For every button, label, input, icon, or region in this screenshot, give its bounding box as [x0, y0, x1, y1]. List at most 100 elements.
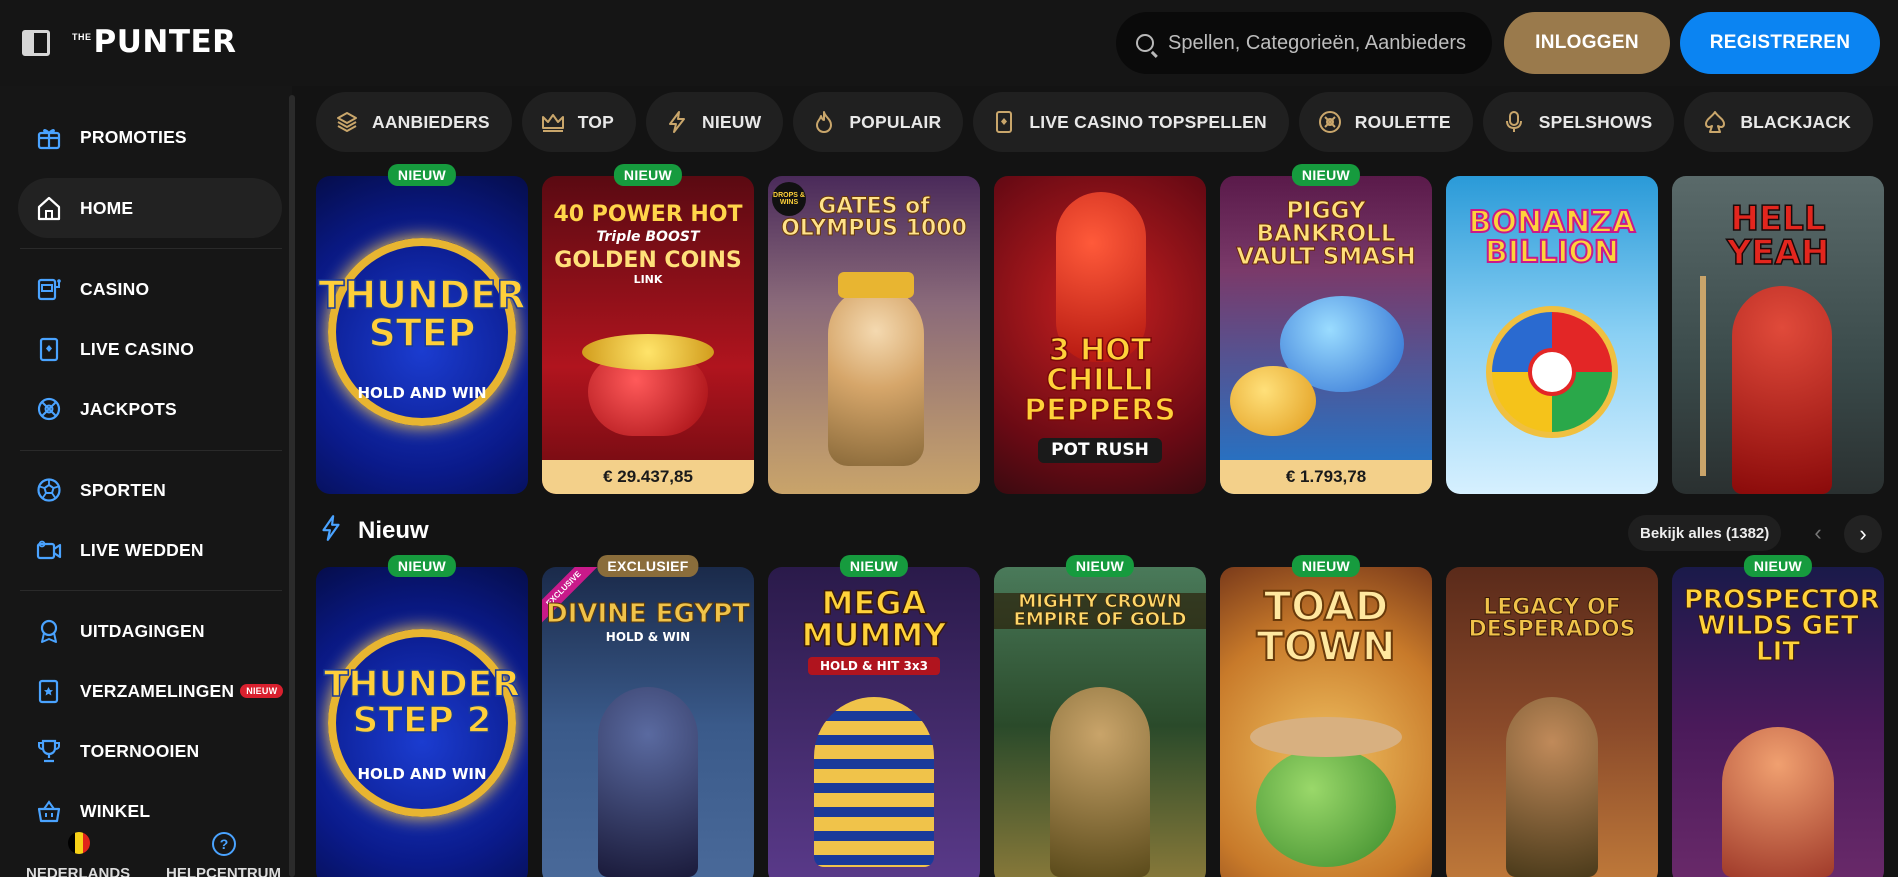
- chip-label: POPULAIR: [849, 111, 942, 132]
- game-tile-prospector-wilds[interactable]: PROSPECTOR WILDS GET LIT: [1672, 567, 1884, 877]
- sidebar-item-label: CASINO: [80, 278, 150, 299]
- chip-label: TOP: [577, 111, 614, 132]
- game-small-text: LINK: [633, 273, 663, 286]
- sidebar-item-label: UITDAGINGEN: [80, 620, 205, 641]
- chip-populair[interactable]: POPULAIR: [793, 92, 964, 152]
- game-tile-piggy-bankroll-vault-smash[interactable]: PIGGY BANKROLL VAULT SMASH € 1.793,78: [1220, 176, 1432, 494]
- chip-roulette[interactable]: ROULETTE: [1298, 92, 1473, 152]
- game-title: 3 HOT CHILLI PEPPERS: [1023, 333, 1176, 428]
- nieuw-badge: NIEUW: [1291, 555, 1361, 577]
- sidebar-item-home[interactable]: HOME: [18, 178, 282, 238]
- logo-text: PUNTER: [93, 24, 237, 60]
- game-tile-divine-egypt[interactable]: EXCLUSIVE DIVINE EGYPT HOLD & WIN: [542, 567, 754, 877]
- crown-icon: [540, 109, 566, 135]
- game-tile-toad-town[interactable]: TOAD TOWN: [1220, 567, 1432, 877]
- sidebar-item-label: VERZAMELINGEN: [80, 680, 235, 701]
- nieuw-badge: NIEUW: [1291, 164, 1361, 186]
- sidebar-divider: [20, 450, 282, 451]
- game-tile-legacy-of-desperados[interactable]: LEGACY OF DESPERADOS: [1446, 567, 1658, 877]
- search-input[interactable]: [1168, 31, 1488, 55]
- chip-label: ROULETTE: [1354, 111, 1451, 132]
- sidebar-item-jackpots[interactable]: JACKPOTS: [18, 379, 282, 439]
- sidebar-item-promoties[interactable]: PROMOTIES: [18, 107, 282, 167]
- game-tile-mega-mummy[interactable]: MEGA MUMMY HOLD & HIT 3x3: [768, 567, 980, 877]
- carousel-prev-button[interactable]: ‹: [1800, 515, 1836, 551]
- layers-icon: [334, 109, 360, 135]
- sidebar-item-winkel[interactable]: WINKEL: [18, 781, 282, 841]
- game-tile-thunder-step-2[interactable]: THUNDER STEP 2 HOLD AND WIN: [316, 567, 528, 877]
- logo-prefix: THE: [72, 32, 92, 42]
- register-button[interactable]: REGISTREREN: [1680, 12, 1880, 74]
- game-title: BONANZA BILLION: [1468, 205, 1637, 270]
- sidebar-item-label: PROMOTIES: [80, 126, 187, 147]
- game-small-text: Triple BOOST: [596, 229, 700, 245]
- game-tile-hell-yeah[interactable]: HELL YEAH: [1672, 176, 1884, 494]
- sidebar-scrollbar[interactable]: [289, 95, 295, 877]
- chip-top[interactable]: TOP: [521, 92, 636, 152]
- nieuw-badge: NIEUW: [839, 555, 909, 577]
- collection-card-icon: [36, 678, 62, 704]
- search-bar[interactable]: [1116, 12, 1492, 74]
- lightning-icon: [318, 514, 344, 547]
- help-center-label[interactable]: HELPCENTRUM: [166, 865, 281, 877]
- new-badge: NIEUW: [240, 684, 284, 698]
- game-tile-mighty-crown-empire-of-gold[interactable]: MIGHTY CROWN EMPIRE OF GOLD: [994, 567, 1206, 877]
- jackpot-icon: [36, 396, 62, 422]
- sidebar-item-uitdagingen[interactable]: UITDAGINGEN: [18, 601, 282, 661]
- sidebar-toggle-icon[interactable]: [22, 30, 50, 56]
- trophy-icon: [36, 738, 62, 764]
- soccer-ball-icon: [36, 477, 62, 503]
- sidebar-item-sporten[interactable]: SPORTEN: [18, 460, 282, 520]
- chip-spelshows[interactable]: SPELSHOWS: [1482, 92, 1675, 152]
- section-header-nieuw: Nieuw: [318, 514, 429, 547]
- sidebar-divider: [20, 590, 282, 591]
- sidebar-item-label: LIVE CASINO: [80, 338, 195, 359]
- spade-icon: [1702, 109, 1728, 135]
- sidebar-item-toernooien[interactable]: TOERNOOIEN: [18, 721, 282, 781]
- sidebar-item-live-wedden[interactable]: LIVE WEDDEN: [18, 520, 282, 580]
- jackpot-amount: € 1.793,78: [1220, 460, 1432, 494]
- live-card-icon: [36, 336, 62, 362]
- chip-live-casino-topspellen[interactable]: LIVE CASINO TOPSPELLEN: [973, 92, 1289, 152]
- category-chips: AANBIEDERS TOP NIEUW POPULAIR LIVE CASIN…: [316, 92, 1874, 152]
- game-subtitle: HOLD AND WIN: [357, 384, 487, 402]
- logo[interactable]: THE PUNTER: [72, 24, 237, 60]
- exclusief-badge: EXCLUSIEF: [597, 555, 699, 577]
- game-subtitle: GOLDEN COINS: [554, 248, 742, 273]
- sidebar-item-label: TOERNOOIEN: [80, 740, 200, 761]
- search-icon: [1136, 34, 1154, 52]
- roulette-icon: [1317, 109, 1343, 135]
- game-subtitle: POT RUSH: [1038, 438, 1162, 463]
- chip-blackjack[interactable]: BLACKJACK: [1684, 92, 1874, 152]
- game-tile-bonanza-billion[interactable]: BONANZA BILLION: [1446, 176, 1658, 494]
- new-games-row: THUNDER STEP 2 HOLD AND WIN EXCLUSIVE DI…: [316, 567, 1898, 877]
- nieuw-badge: NIEUW: [1065, 555, 1135, 577]
- sidebar-item-live-casino[interactable]: LIVE CASINO: [18, 319, 282, 379]
- sidebar-item-casino[interactable]: CASINO: [18, 259, 282, 319]
- see-all-button[interactable]: Bekijk alles (1382): [1628, 515, 1782, 551]
- sidebar-divider: [20, 248, 282, 249]
- game-tile-3-hot-chilli-peppers[interactable]: 3 HOT CHILLI PEPPERS POT RUSH: [994, 176, 1206, 494]
- login-button[interactable]: INLOGGEN: [1504, 12, 1670, 74]
- game-title: TOAD TOWN: [1256, 584, 1397, 670]
- chip-nieuw[interactable]: NIEUW: [645, 92, 784, 152]
- sidebar-item-label: LIVE WEDDEN: [80, 539, 204, 560]
- game-tile-40-power-hot[interactable]: 40 POWER HOT Triple BOOST GOLDEN COINS L…: [542, 176, 754, 494]
- nieuw-badge: NIEUW: [387, 555, 457, 577]
- sidebar-item-label: JACKPOTS: [80, 398, 177, 419]
- top-games-row: THUNDER STEP HOLD AND WIN NIEUW 40 POWER…: [316, 164, 1898, 494]
- language-flag-icon[interactable]: [68, 832, 90, 854]
- game-tile-thunder-step[interactable]: THUNDER STEP HOLD AND WIN: [316, 176, 528, 494]
- chip-aanbieders[interactable]: AANBIEDERS: [316, 92, 512, 152]
- chip-label: NIEUW: [701, 111, 762, 132]
- language-label[interactable]: NEDERLANDS: [26, 865, 130, 877]
- sidebar-item-verzamelingen[interactable]: VERZAMELINGEN NIEUW: [18, 661, 284, 721]
- game-title: PROSPECTOR WILDS GET LIT: [1684, 585, 1881, 667]
- game-subtitle: HOLD & WIN: [605, 630, 691, 644]
- sidebar-item-label: HOME: [80, 197, 134, 218]
- chip-label: AANBIEDERS: [372, 111, 490, 132]
- game-title: PIGGY BANKROLL VAULT SMASH: [1236, 198, 1417, 270]
- carousel-next-button[interactable]: ›: [1844, 515, 1882, 553]
- game-tile-gates-of-olympus-1000[interactable]: GATES of OLYMPUS 1000 DROPS & WINS: [768, 176, 980, 494]
- help-icon[interactable]: ?: [212, 832, 236, 856]
